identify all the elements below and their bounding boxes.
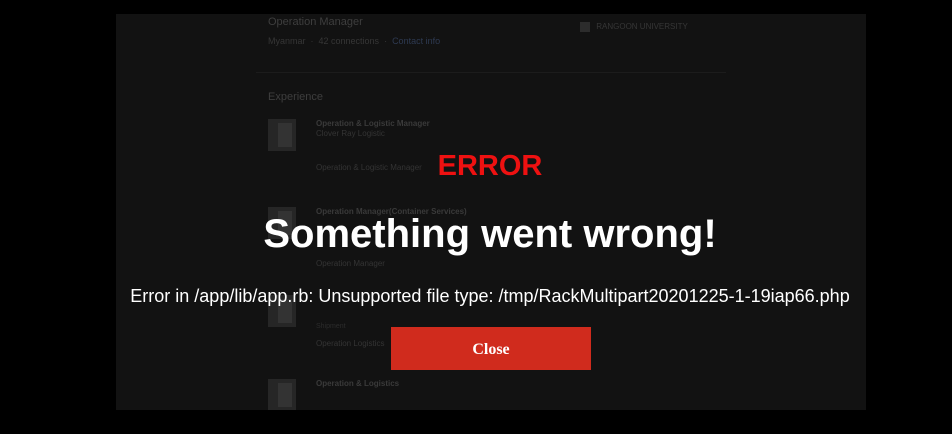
screen: Operation Manager Myanmar · 42 connectio… xyxy=(0,0,952,434)
error-overlay: ERROR Something went wrong! Error in /ap… xyxy=(0,0,952,434)
error-message: Error in /app/lib/app.rb: Unsupported fi… xyxy=(130,286,850,306)
close-button[interactable]: Close xyxy=(391,327,591,370)
error-label: ERROR xyxy=(437,150,543,182)
error-headline: Something went wrong! xyxy=(263,212,717,256)
